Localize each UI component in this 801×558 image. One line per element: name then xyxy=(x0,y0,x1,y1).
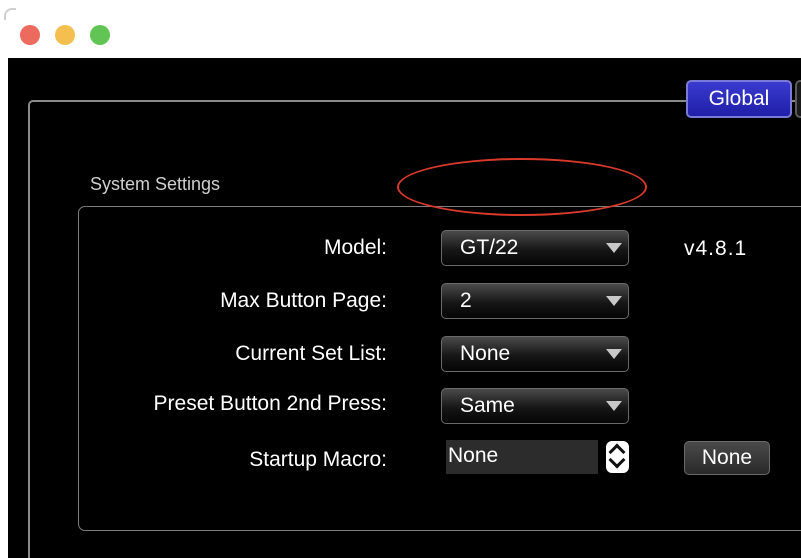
minimize-button[interactable] xyxy=(55,25,75,45)
preset-press-label-clip: Preset Button 2nd Press: xyxy=(128,388,390,422)
zoom-button[interactable] xyxy=(90,25,110,45)
startup-macro-none-button[interactable]: None xyxy=(684,441,770,475)
chevron-down-icon xyxy=(606,296,622,306)
chevron-down-icon xyxy=(606,401,622,411)
max-button-page-label: Max Button Page: xyxy=(220,289,387,312)
section-title: System Settings xyxy=(90,174,221,194)
tab-global[interactable]: Global xyxy=(686,80,792,118)
window-titlebar xyxy=(0,0,801,58)
preset-button-2nd-press-value: Same xyxy=(460,394,515,417)
startup-macro-field[interactable]: None xyxy=(446,440,598,474)
current-set-list-value: None xyxy=(460,342,511,365)
model-dropdown[interactable]: GT/22 xyxy=(441,230,629,266)
max-button-page-dropdown[interactable]: 2 xyxy=(441,283,629,319)
current-set-list-label: Current Set List: xyxy=(235,342,387,365)
chevron-down-icon xyxy=(606,349,622,359)
preset-button-2nd-press-dropdown[interactable]: Same xyxy=(441,388,629,424)
model-value: GT/22 xyxy=(460,236,519,259)
up-down-stepper-icon[interactable] xyxy=(606,441,629,473)
max-button-page-value: 2 xyxy=(460,289,472,312)
version-label: v4.8.1 xyxy=(684,237,748,260)
preset-button-2nd-press-label: Preset Button 2nd Press: xyxy=(153,392,387,415)
startup-macro-label: Startup Macro: xyxy=(249,448,387,471)
tab-next[interactable] xyxy=(795,80,801,118)
close-button[interactable] xyxy=(20,25,40,45)
app-window: Global System Settings Model: GT/22 v4.8… xyxy=(8,58,801,558)
window-corner xyxy=(4,8,16,20)
current-set-list-dropdown[interactable]: None xyxy=(441,336,629,372)
chevron-down-icon xyxy=(606,243,622,253)
model-label: Model: xyxy=(323,236,387,259)
